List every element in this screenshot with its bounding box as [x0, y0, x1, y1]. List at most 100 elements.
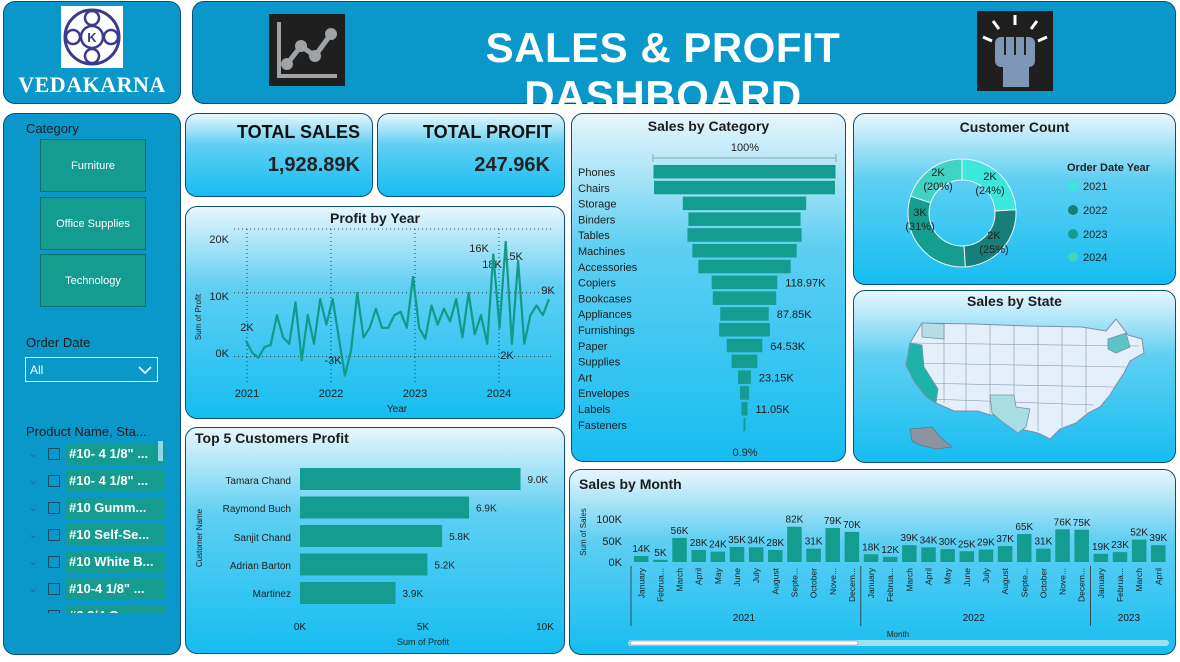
month-bar [787, 526, 802, 562]
product-item-label: #6 3/4 Gum... [66, 605, 166, 613]
category-technology-button[interactable]: Technology [40, 254, 146, 307]
checkbox[interactable] [48, 610, 60, 613]
month-tick-label: July [981, 567, 991, 583]
bar-value-label: 25K [958, 539, 976, 550]
month-tick-label: Februa... [1115, 568, 1125, 602]
category-label: Envelopes [578, 388, 630, 400]
category-label: Binders [578, 214, 616, 226]
month-bar [1036, 548, 1051, 562]
month-bar [1151, 545, 1166, 562]
month-bar [882, 556, 898, 562]
product-list-item[interactable]: ⌄ #6 3/4 Gum... [26, 605, 166, 613]
category-bar [739, 386, 750, 400]
bar-value-label: 28K [690, 538, 708, 549]
filter-panel: Category Furniture Office Supplies Techn… [3, 113, 181, 655]
chevron-down-icon: ⌄ [28, 581, 39, 595]
category-bar [687, 228, 802, 242]
total-profit-card: TOTAL PROFIT 247.96K [377, 113, 565, 197]
category-furniture-button[interactable]: Furniture [40, 139, 146, 192]
y-axis-title: Customer Name [195, 508, 204, 567]
checkbox[interactable] [48, 475, 60, 487]
checkbox[interactable] [48, 529, 60, 541]
x-tick-label: 5K [417, 622, 430, 633]
y-tick-label: 0K [609, 557, 623, 569]
slice-pct-label: (20%) [923, 181, 952, 193]
total-profit-label: TOTAL PROFIT [423, 122, 552, 142]
brand-name: VEDAKARNA [18, 72, 166, 97]
checkbox[interactable] [48, 448, 60, 460]
bar-value-label: 23K [1111, 540, 1129, 551]
horizontal-scrollbar-thumb[interactable] [629, 640, 859, 646]
customer-name-label: Martinez [253, 589, 291, 600]
product-list-item[interactable]: ⌄ #10 White B... [26, 551, 166, 573]
y-tick-label: 20K [209, 234, 229, 246]
customer-bar [300, 582, 396, 604]
month-bar [959, 551, 975, 562]
x-tick-label: 0K [294, 622, 307, 633]
month-bar [978, 549, 994, 562]
product-list-item[interactable]: ⌄ #10- 4 1/8" ... [26, 470, 166, 492]
month-bar [921, 547, 936, 562]
total-sales-label: TOTAL SALES [236, 122, 360, 142]
bar-value-label: 70K [843, 520, 861, 531]
category-label: Machines [578, 246, 626, 258]
us-state-map[interactable] [854, 291, 1175, 461]
y-axis-title: Sum of Profit [194, 293, 203, 340]
slice-value-label: 3K [913, 207, 927, 219]
checkbox[interactable] [48, 583, 60, 595]
x-tick-label: 10K [536, 622, 554, 633]
legend-label: 2024 [1083, 252, 1107, 264]
month-bar [997, 546, 1013, 562]
month-tick-label: October [1038, 568, 1048, 598]
product-list-item[interactable]: ⌄ #10-4 1/8" ... [26, 578, 166, 600]
product-list-item[interactable]: ⌄ #10- 4 1/8" ... [26, 443, 166, 465]
product-slicer-label: Product Name, Sta... [26, 424, 147, 439]
category-label: Copiers [578, 278, 616, 290]
checkbox[interactable] [48, 502, 60, 514]
map-washington [921, 322, 945, 340]
product-list-scrollbar[interactable] [158, 441, 163, 461]
x-axis-title: Month [887, 630, 909, 639]
x-tick-label: 2023 [403, 388, 427, 400]
sales-by-month-chart: Sum of Sales 100K 50K 0K Month 14K Januar… [579, 508, 1169, 646]
total-profit-value: 247.96K [474, 154, 550, 176]
category-label: Appliances [578, 309, 632, 321]
sales-by-category-panel: Sales by Category 100% 0.9% Phones Chairs… [571, 113, 846, 462]
category-bar [692, 244, 797, 258]
data-label: 2K [500, 350, 514, 362]
product-list-item[interactable]: ⌄ #10 Self-Se... [26, 524, 166, 546]
logo-emblem-icon: K [63, 8, 121, 66]
category-office-supplies-button[interactable]: Office Supplies [40, 197, 146, 250]
order-date-dropdown[interactable]: All [25, 357, 158, 382]
product-list-item[interactable]: ⌄ #10 Gumm... [26, 497, 166, 519]
month-tick-label: July [751, 567, 761, 583]
sales-by-month-panel: Sales by Month Sum of Sales 100K 50K 0K … [569, 469, 1176, 655]
month-bar [825, 528, 840, 562]
category-bar [688, 212, 801, 226]
customer-name-label: Sanjit Chand [234, 533, 291, 544]
slice-pct-label: (31%) [905, 221, 934, 233]
data-label: 16K [469, 243, 489, 255]
bar-value-label: 5.8K [449, 532, 470, 543]
sales-by-state-panel: Sales by State [853, 290, 1176, 463]
checkbox[interactable] [48, 556, 60, 568]
month-bar [672, 537, 687, 562]
chevron-down-icon: ⌄ [28, 500, 39, 514]
month-bar [653, 559, 668, 562]
bar-value-label: 39K [1149, 533, 1167, 544]
month-tick-label: January [866, 567, 876, 598]
month-bar [863, 554, 879, 562]
legend-title: Order Date Year [1067, 162, 1151, 174]
category-bar [711, 275, 778, 290]
bar-value-label: 31K [1035, 537, 1053, 548]
customer-name-label: Raymond Buch [223, 504, 291, 515]
month-tick-label: Decem... [1077, 568, 1087, 602]
month-tick-label: April [1153, 568, 1163, 585]
top-customers-panel: Top 5 Customers Profit Customer Name 0K … [185, 427, 565, 654]
legend-swatch-2021 [1068, 181, 1078, 191]
bar-value-label: 6.9K [476, 504, 497, 515]
year-tick-label: 2023 [1118, 613, 1141, 624]
chevron-down-icon: ⌄ [28, 554, 39, 568]
map-alaska [909, 426, 953, 450]
month-bar [1112, 552, 1128, 562]
